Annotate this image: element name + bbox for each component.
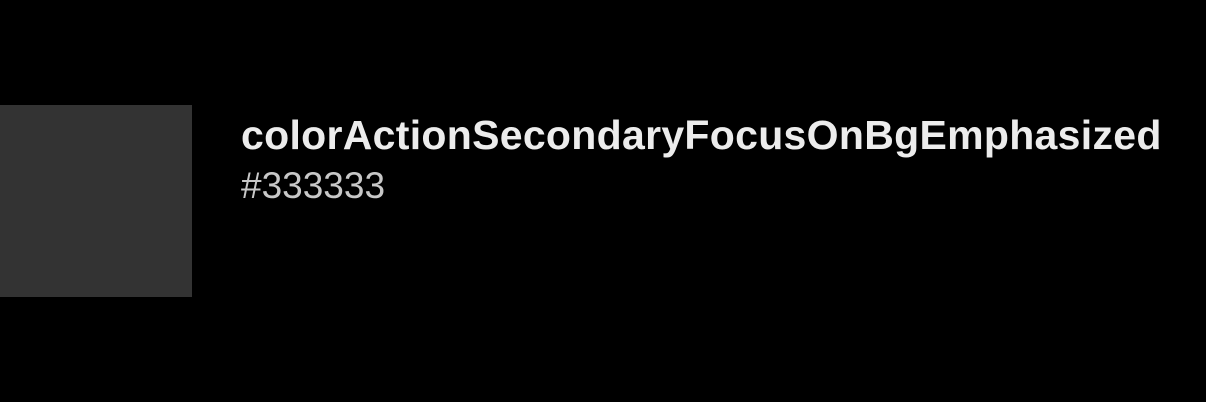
token-name: colorActionSecondaryFocusOnBgEmphasized xyxy=(241,112,1162,158)
color-swatch xyxy=(0,105,192,297)
token-info: colorActionSecondaryFocusOnBgEmphasized … xyxy=(241,110,1191,209)
color-token-row: colorActionSecondaryFocusOnBgEmphasized … xyxy=(0,0,1206,402)
token-hex-value: #333333 xyxy=(241,165,386,206)
